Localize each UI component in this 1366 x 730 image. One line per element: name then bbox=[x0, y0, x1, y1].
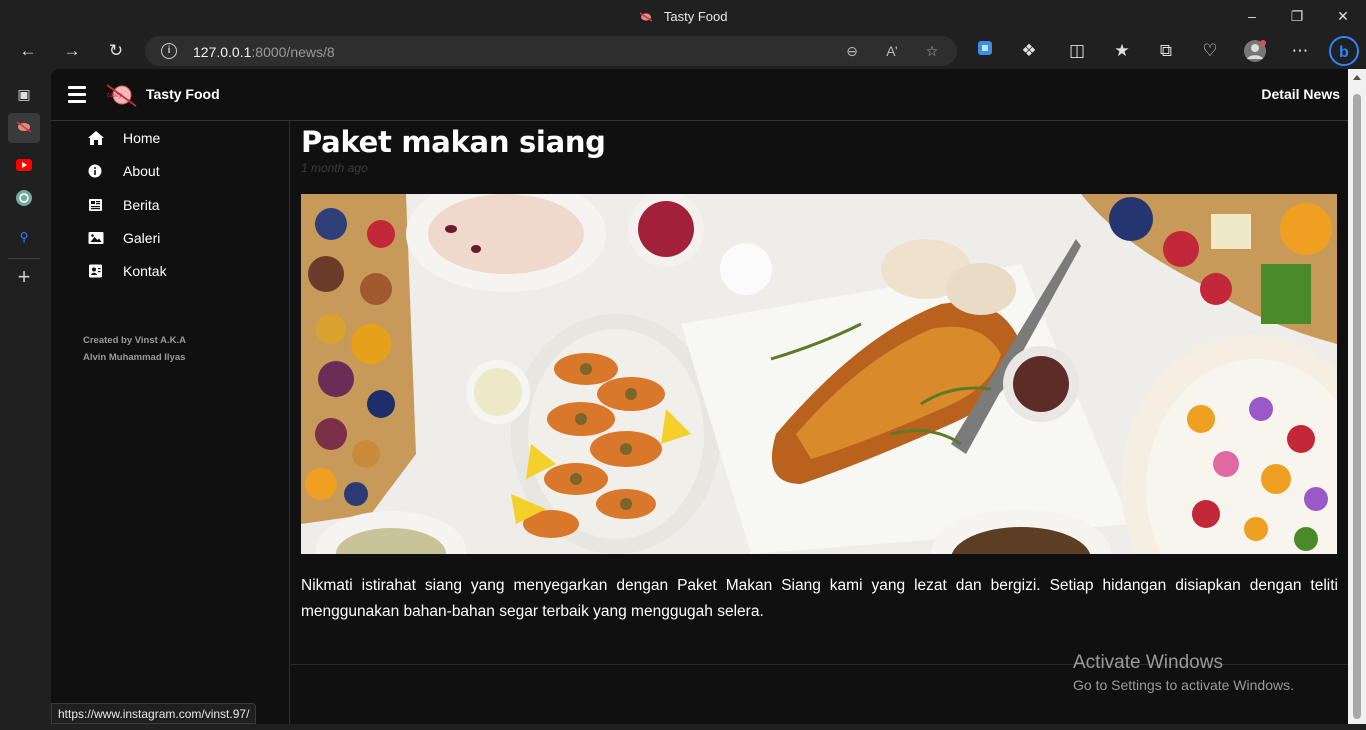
window-title: Tasty Food bbox=[663, 9, 728, 24]
image-icon bbox=[88, 232, 104, 244]
split-screen-icon[interactable]: ◫ bbox=[1065, 39, 1089, 63]
browser-toolbar: ← → ↻ i 127.0.0.1:8000/news/8 ⊖ A’ ☆ ❖ ◫… bbox=[0, 33, 1366, 69]
tab-search[interactable]: ⚲ bbox=[8, 222, 40, 252]
tab-actions-icon[interactable]: ▣ bbox=[8, 79, 40, 109]
page-title: Paket makan siang bbox=[301, 125, 606, 159]
tab-chatgpt[interactable] bbox=[8, 186, 40, 216]
profile-avatar-icon[interactable] bbox=[1243, 39, 1267, 63]
scroll-up-arrow-icon[interactable] bbox=[1353, 75, 1361, 80]
refresh-button[interactable]: ↻ bbox=[104, 39, 128, 63]
page-viewport: tasty Tasty Food Detail News Home About … bbox=[51, 69, 1366, 724]
site-info-icon[interactable]: i bbox=[161, 43, 177, 59]
copilot-icon[interactable]: b bbox=[1329, 36, 1359, 66]
forward-button[interactable]: → bbox=[60, 39, 84, 63]
credit-text[interactable]: Created by Vinst A.K.A Alvin Muhammad Il… bbox=[83, 332, 186, 366]
post-timestamp: 1 month ago bbox=[301, 161, 368, 175]
detail-news-link[interactable]: Detail News bbox=[1261, 86, 1340, 102]
window-titlebar: Tasty Food – ❐ ✕ bbox=[0, 0, 1366, 33]
favorite-star-icon[interactable]: ☆ bbox=[921, 40, 943, 62]
more-options-icon[interactable]: ⋯ bbox=[1288, 39, 1312, 63]
menu-toggle-button[interactable] bbox=[68, 86, 86, 103]
svg-text:b: b bbox=[1339, 44, 1349, 61]
svg-text:tasty: tasty bbox=[107, 92, 122, 99]
site-favicon-icon bbox=[639, 12, 652, 22]
app-header: tasty Tasty Food Detail News bbox=[51, 69, 1348, 121]
youtube-icon bbox=[16, 159, 32, 171]
sidebar-item-label: Galeri bbox=[123, 230, 161, 246]
vertical-tabs: ▣ ⚲ + bbox=[0, 69, 51, 730]
newspaper-icon bbox=[89, 199, 102, 211]
link-status-bar: https://www.instagram.com/vinst.97/ bbox=[51, 703, 257, 724]
new-tab-button[interactable]: + bbox=[8, 262, 40, 292]
chatgpt-icon bbox=[16, 190, 32, 206]
article-hero-image bbox=[301, 194, 1337, 554]
sidebar-item-label: Home bbox=[123, 130, 161, 146]
sidebar-item-label: Kontak bbox=[123, 263, 167, 279]
home-icon bbox=[88, 131, 104, 145]
main-content: Paket makan siang 1 month ago Nikmati is… bbox=[291, 121, 1348, 724]
read-aloud-icon[interactable]: A’ bbox=[881, 40, 903, 62]
sidebar-nav: Home About Berita Galeri Kontak Created … bbox=[51, 121, 290, 724]
tab-youtube[interactable] bbox=[8, 151, 40, 181]
restore-button[interactable]: ❐ bbox=[1287, 6, 1307, 26]
contact-icon bbox=[89, 264, 102, 278]
site-favicon-icon bbox=[16, 121, 32, 133]
activate-windows-watermark: Activate Windows Go to Settings to activ… bbox=[1073, 652, 1294, 693]
extensions-puzzle-icon[interactable]: ❖ bbox=[1017, 39, 1041, 63]
url-text[interactable]: 127.0.0.1:8000/news/8 bbox=[193, 44, 335, 60]
page-scrollbar[interactable] bbox=[1348, 69, 1366, 724]
favorites-icon[interactable]: ★ bbox=[1110, 39, 1134, 63]
sidebar-item-label: Berita bbox=[123, 197, 160, 213]
zoom-icon[interactable]: ⊖ bbox=[841, 40, 863, 62]
article-body: Nikmati istirahat siang yang menyegarkan… bbox=[301, 577, 1338, 620]
minimize-button[interactable]: – bbox=[1242, 6, 1262, 26]
brand-name[interactable]: Tasty Food bbox=[146, 86, 220, 102]
sidebar-item-label: About bbox=[123, 163, 160, 179]
info-icon bbox=[88, 164, 102, 178]
extension-app-icon[interactable] bbox=[973, 39, 997, 63]
brand-logo[interactable]: tasty bbox=[105, 82, 137, 108]
back-button[interactable]: ← bbox=[16, 39, 40, 63]
collections-icon[interactable]: ⧉ bbox=[1154, 39, 1178, 63]
scrollbar-thumb[interactable] bbox=[1353, 94, 1361, 719]
address-bar[interactable]: i 127.0.0.1:8000/news/8 ⊖ A’ ☆ bbox=[145, 36, 957, 66]
tab-tasty-food[interactable] bbox=[8, 113, 40, 143]
close-window-button[interactable]: ✕ bbox=[1333, 6, 1353, 26]
browser-essentials-icon[interactable]: ♡ bbox=[1198, 39, 1222, 63]
